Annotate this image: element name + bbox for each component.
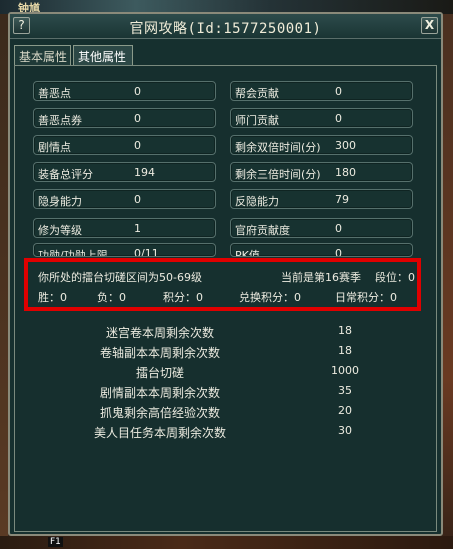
attr-label: PK值 [235, 249, 260, 257]
attr-stealth: 隐身能力 0 [33, 189, 216, 209]
stat-value: 35 [338, 384, 352, 397]
attr-label: 剩余双倍时间(分) [235, 141, 321, 154]
attr-anti-stealth: 反隐能力 79 [230, 189, 413, 209]
stat-label: 抓鬼剩余高倍经验次数 [99, 406, 220, 420]
attr-value: 194 [134, 166, 155, 179]
arena-losses-text: 负：0 [97, 291, 126, 304]
arena-exchange-points-text: 兑换积分：0 [239, 291, 301, 304]
attr-story-points: 剧情点 0 [33, 135, 216, 155]
attr-cultivation-level: 修为等级 1 [33, 218, 216, 238]
hotkey-label: F1 [48, 537, 63, 547]
attr-value: 0 [134, 139, 141, 152]
arena-wins-text: 胜：0 [38, 291, 67, 304]
attr-label: 善恶点 [38, 87, 71, 100]
weekly-stat-row: 卷轴副本本周剩余次数 18 [45, 344, 425, 362]
attr-label: 帮会贡献 [235, 87, 279, 100]
stat-label: 擂台切磋 [135, 366, 184, 380]
attr-label: 功勋/功勋上限 [38, 249, 108, 257]
attr-merit: 功勋/功勋上限 0/11 [33, 243, 216, 257]
stat-value: 1000 [331, 364, 359, 377]
attr-value: 0 [335, 222, 342, 235]
attr-value: 0 [134, 85, 141, 98]
stat-label: 剧情副本本周剩余次数 [99, 386, 220, 400]
tab-basic-attributes[interactable]: 基本属性 [14, 45, 71, 65]
attr-value: 300 [335, 139, 356, 152]
close-button[interactable]: X [421, 17, 438, 34]
attr-sect-contribution: 师门贡献 0 [230, 108, 413, 128]
attr-guild-contribution: 帮会贡献 0 [230, 81, 413, 101]
attr-value: 0 [335, 112, 342, 125]
attr-value: 0 [134, 112, 141, 125]
arena-rank-text: 段位：0 [375, 271, 415, 284]
arena-season-text: 当前是第16赛季 [281, 271, 361, 284]
attr-label: 反隐能力 [235, 195, 279, 208]
game-scene-left [0, 14, 8, 536]
attr-label: 官府贡献度 [235, 224, 290, 237]
attr-value: 0 [134, 193, 141, 206]
stat-value: 30 [338, 424, 352, 437]
tab-other-attributes[interactable]: 其他属性 [73, 45, 133, 65]
character-attributes-window: ? 官网攻略(Id:1577250001) X 基本属性 其他属性 善恶点 0 … [8, 12, 443, 536]
weekly-stat-row: 美人目任务本周剩余次数 30 [45, 424, 425, 442]
stat-label: 美人目任务本周剩余次数 [93, 426, 226, 440]
attr-label: 装备总评分 [38, 168, 93, 181]
attr-value: 0 [335, 247, 342, 257]
attr-label: 剩余三倍时间(分) [235, 168, 321, 181]
game-scene-bottom: F1 [0, 536, 453, 549]
attr-label: 善恶点券 [38, 114, 82, 127]
attr-value: 79 [335, 193, 349, 206]
weekly-stat-row: 抓鬼剩余高倍经验次数 20 [45, 404, 425, 422]
attr-good-evil-points: 善恶点 0 [33, 81, 216, 101]
attr-equipment-score: 装备总评分 194 [33, 162, 216, 182]
arena-daily-points-text: 日常积分：0 [335, 291, 397, 304]
attr-triple-exp-time: 剩余三倍时间(分) 180 [230, 162, 413, 182]
arena-info-box: 你所处的擂台切磋区间为50-69级 当前是第16赛季 段位：0 胜：0 负：0 … [24, 258, 421, 311]
stat-value: 18 [338, 344, 352, 357]
attr-government-contribution: 官府贡献度 0 [230, 218, 413, 238]
stat-value: 18 [338, 324, 352, 337]
attr-value: 0/11 [134, 247, 159, 257]
weekly-stat-row: 擂台切磋 1000 [45, 364, 425, 382]
attr-pk-value: PK值 0 [230, 243, 413, 257]
stat-label: 迷宫卷本周剩余次数 [105, 326, 214, 340]
game-scene-right [443, 14, 453, 536]
stat-label: 卷轴副本本周剩余次数 [99, 346, 220, 360]
attr-value: 0 [335, 85, 342, 98]
attr-label: 修为等级 [38, 224, 82, 237]
attr-label: 师门贡献 [235, 114, 279, 127]
arena-range-text: 你所处的擂台切磋区间为50-69级 [38, 271, 202, 284]
attr-value: 1 [134, 222, 141, 235]
attr-value: 180 [335, 166, 356, 179]
weekly-stat-row: 迷宫卷本周剩余次数 18 [45, 324, 425, 342]
attr-label: 剧情点 [38, 141, 71, 154]
arena-points-text: 积分：0 [163, 291, 203, 304]
window-titlebar[interactable]: ? 官网攻略(Id:1577250001) X [10, 14, 441, 39]
window-title: 官网攻略(Id:1577250001) [129, 21, 322, 37]
attr-label: 隐身能力 [38, 195, 82, 208]
other-attributes-panel: 善恶点 0 善恶点券 0 剧情点 0 装备总评分 194 隐身能力 0 修为等级… [14, 65, 437, 532]
attr-good-evil-vouchers: 善恶点券 0 [33, 108, 216, 128]
stat-value: 20 [338, 404, 352, 417]
weekly-stat-row: 剧情副本本周剩余次数 35 [45, 384, 425, 402]
attr-double-exp-time: 剩余双倍时间(分) 300 [230, 135, 413, 155]
